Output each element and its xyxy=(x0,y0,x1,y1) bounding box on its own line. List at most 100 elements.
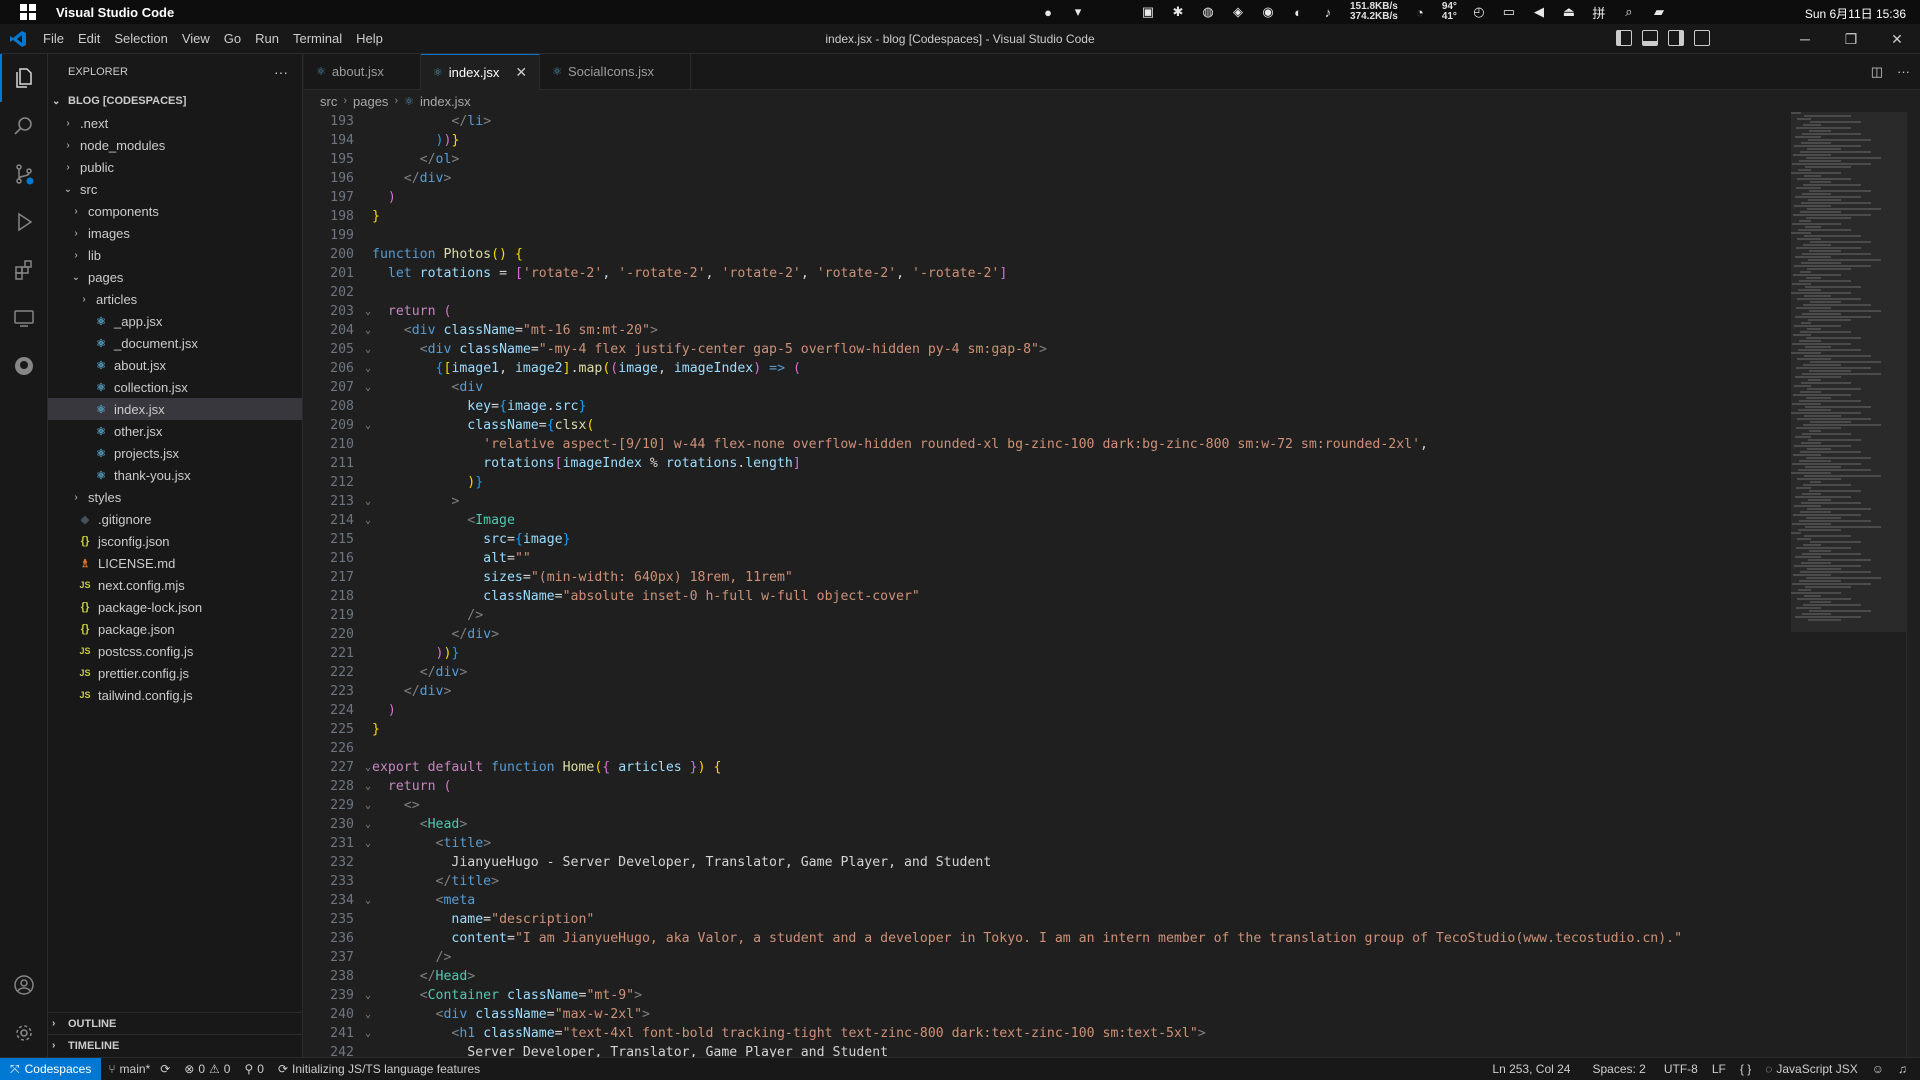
menu-item-edit[interactable]: Edit xyxy=(71,31,107,46)
search-icon[interactable] xyxy=(0,102,48,150)
code-line[interactable]: Server Developer, Translator, Game Playe… xyxy=(372,1043,1790,1057)
explorer-icon[interactable] xyxy=(0,54,48,102)
language-mode[interactable]: ◌ JavaScript JSX xyxy=(1758,1062,1865,1076)
chrome-icon[interactable]: ◉ xyxy=(1260,4,1276,20)
code-line[interactable]: </ol> xyxy=(372,150,1790,169)
split-editor-icon[interactable]: ◫ xyxy=(1871,64,1883,80)
app-icon[interactable]: ✱ xyxy=(1170,4,1186,20)
power-gauge-icon[interactable]: ◴ xyxy=(1471,4,1487,20)
file-item[interactable]: JS postcss.config.js xyxy=(48,640,302,662)
end-of-line[interactable]: LF xyxy=(1705,1062,1733,1076)
code-line[interactable]: </Head> xyxy=(372,967,1790,986)
code-line[interactable]: <Container className="mt-9"> xyxy=(372,986,1790,1005)
file-item[interactable]: {} package-lock.json xyxy=(48,596,302,618)
code-line[interactable]: rotations[imageIndex % rotations.length] xyxy=(372,454,1790,473)
steam-icon[interactable]: ● xyxy=(1040,4,1056,20)
branch-indicator[interactable]: ⑂ main* ⟳ xyxy=(101,1062,177,1076)
file-item[interactable]: {} jsconfig.json xyxy=(48,530,302,552)
breadcrumb-item[interactable]: src xyxy=(320,94,337,109)
toggle-secondary-sidebar-icon[interactable] xyxy=(1668,30,1684,46)
code-line[interactable]: function Photos() { xyxy=(372,245,1790,264)
problems-indicator[interactable]: ⊗ 0 ⚠ 0 xyxy=(177,1062,237,1076)
folder-item[interactable]: ⌄ pages xyxy=(48,266,302,288)
toggle-sidebar-icon[interactable] xyxy=(1616,30,1632,46)
code-line[interactable]: {[image1, image2].map((image, imageIndex… xyxy=(372,359,1790,378)
file-item[interactable]: ♗ LICENSE.md xyxy=(48,552,302,574)
battery-icon[interactable]: ▰ xyxy=(1651,4,1667,20)
code-line[interactable]: <meta xyxy=(372,891,1790,910)
code-line[interactable]: </div> xyxy=(372,682,1790,701)
code-line[interactable]: sizes="(min-width: 640px) 18rem, 11rem" xyxy=(372,568,1790,587)
file-item[interactable]: {} package.json xyxy=(48,618,302,640)
code-line[interactable]: ))} xyxy=(372,131,1790,150)
file-item[interactable]: JS prettier.config.js xyxy=(48,662,302,684)
system-clock[interactable]: Sun 6月11日 15:36 xyxy=(1805,5,1906,22)
code-line[interactable]: alt="" xyxy=(372,549,1790,568)
shield-icon[interactable]: ◐ xyxy=(1290,4,1306,20)
tab-index-jsx[interactable]: ⚛ index.jsx ✕ xyxy=(420,54,541,90)
folder-item[interactable]: › .next xyxy=(48,112,302,134)
minimize-icon[interactable]: ─ xyxy=(1782,24,1828,54)
file-item[interactable]: ⚛ other.jsx xyxy=(48,420,302,442)
code-line[interactable]: <div className="mt-16 sm:mt-20"> xyxy=(372,321,1790,340)
toggle-panel-icon[interactable] xyxy=(1642,30,1658,46)
volume-icon[interactable]: ◀ xyxy=(1531,4,1547,20)
breadcrumb-item[interactable]: index.jsx xyxy=(420,94,471,109)
code-line[interactable]: <div className="-my-4 flex justify-cente… xyxy=(372,340,1790,359)
remote-explorer-icon[interactable] xyxy=(0,294,48,342)
menu-item-file[interactable]: File xyxy=(36,31,71,46)
ime-icon[interactable]: 拼 xyxy=(1591,4,1607,21)
folder-item[interactable]: › node_modules xyxy=(48,134,302,156)
file-item[interactable]: ⚛ index.jsx xyxy=(48,398,302,420)
file-item[interactable]: ⚛ collection.jsx xyxy=(48,376,302,398)
code-line[interactable]: <title> xyxy=(372,834,1790,853)
folder-item[interactable]: › styles xyxy=(48,486,302,508)
code-line[interactable]: /> xyxy=(372,606,1790,625)
code-line[interactable]: 'relative aspect-[9/10] w-44 flex-none o… xyxy=(372,435,1790,454)
menu-item-view[interactable]: View xyxy=(175,31,217,46)
code-line[interactable]: <Head> xyxy=(372,815,1790,834)
controller-icon[interactable]: ◈ xyxy=(1230,4,1246,20)
github-icon[interactable] xyxy=(0,342,48,390)
code-line[interactable]: src={image} xyxy=(372,530,1790,549)
workspace-root[interactable]: ⌄ BLOG [CODESPACES] xyxy=(48,90,302,112)
code-line[interactable]: /> xyxy=(372,948,1790,967)
eject-icon[interactable]: ⏏ xyxy=(1561,4,1577,20)
breadcrumb-item[interactable]: pages xyxy=(353,94,388,109)
clipboard-icon[interactable]: ▣ xyxy=(1140,4,1156,20)
accounts-icon[interactable] xyxy=(0,961,48,1009)
tab-about-jsx[interactable]: ⚛ about.jsx xyxy=(304,54,421,89)
code-lines[interactable]: </li> ))} </ol> </div> )} function Photos… xyxy=(372,112,1790,1057)
menu-item-selection[interactable]: Selection xyxy=(107,31,174,46)
folder-item[interactable]: › public xyxy=(48,156,302,178)
folder-item[interactable]: ⌄ src xyxy=(48,178,302,200)
run-debug-icon[interactable] xyxy=(0,198,48,246)
code-line[interactable]: ))} xyxy=(372,644,1790,663)
close-tab-icon[interactable]: ✕ xyxy=(515,64,527,81)
code-line[interactable]: content="I am JianyueHugo, aka Valor, a … xyxy=(372,929,1790,948)
code-line[interactable]: return ( xyxy=(372,777,1790,796)
maximize-icon[interactable]: ❐ xyxy=(1828,24,1874,54)
wechat-icon[interactable]: ◍ xyxy=(1200,4,1216,20)
code-line[interactable]: } xyxy=(372,207,1790,226)
extensions-icon[interactable] xyxy=(0,246,48,294)
customize-layout-icon[interactable] xyxy=(1694,30,1710,46)
file-item[interactable]: ⚛ _document.jsx xyxy=(48,332,302,354)
menu-item-terminal[interactable]: Terminal xyxy=(286,31,349,46)
code-line[interactable]: )} xyxy=(372,473,1790,492)
file-item[interactable]: ⚛ _app.jsx xyxy=(48,310,302,332)
menu-item-go[interactable]: Go xyxy=(217,31,248,46)
folder-item[interactable]: › components xyxy=(48,200,302,222)
notifications-bell-icon[interactable]: ♫ xyxy=(1891,1062,1914,1076)
cursor-position[interactable]: Ln 253, Col 24 xyxy=(1485,1062,1577,1076)
code-line[interactable]: ) xyxy=(372,701,1790,720)
search-icon[interactable]: ⌕ xyxy=(1621,4,1637,20)
code-line[interactable]: JianyueHugo - Server Developer, Translat… xyxy=(372,853,1790,872)
code-line[interactable]: </div> xyxy=(372,625,1790,644)
more-actions-icon[interactable]: ··· xyxy=(274,64,288,80)
file-item[interactable]: JS tailwind.config.js xyxy=(48,684,302,706)
minimap[interactable] xyxy=(1791,112,1906,1057)
settings-gear-icon[interactable] xyxy=(0,1009,48,1057)
folder-item[interactable]: › lib xyxy=(48,244,302,266)
display-icon[interactable]: ▭ xyxy=(1501,4,1517,20)
